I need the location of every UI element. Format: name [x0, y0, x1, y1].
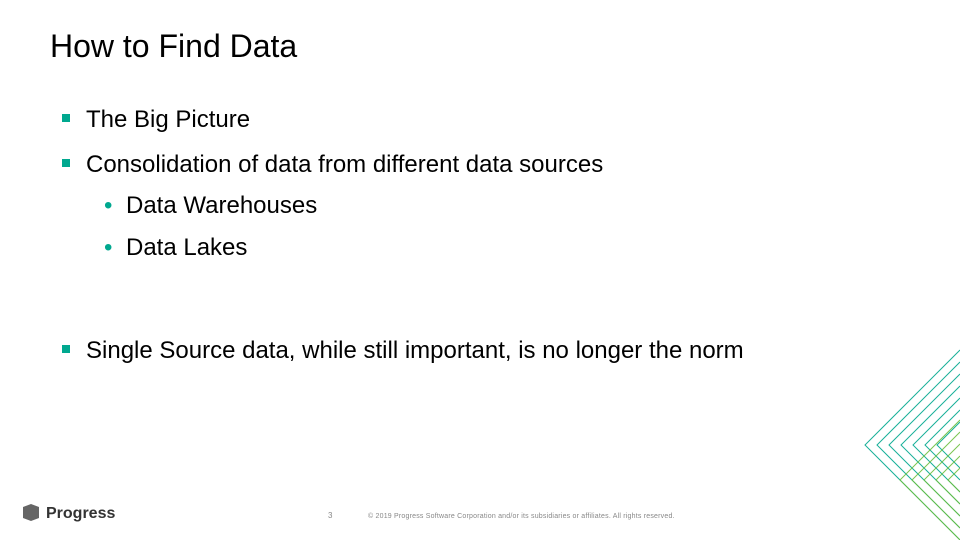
progress-logo: Progress [22, 504, 115, 524]
bullet-list: The Big Picture Consolidation of data fr… [50, 103, 910, 266]
slide-body: The Big Picture Consolidation of data fr… [50, 103, 910, 369]
bullet-text: The Big Picture [86, 106, 250, 133]
page-number: 3 [328, 511, 332, 520]
sub-bullet-item: Data Lakes [104, 231, 910, 266]
bullet-list: Single Source data, while still importan… [50, 334, 910, 369]
sub-bullet-list: Data Warehouses Data Lakes [86, 189, 910, 267]
spacer [50, 276, 910, 334]
bullet-item: Single Source data, while still importan… [62, 334, 910, 369]
slide: How to Find Data The Big Picture Consoli… [0, 0, 960, 540]
bullet-item: The Big Picture [62, 103, 910, 138]
sub-bullet-item: Data Warehouses [104, 189, 910, 224]
bullet-item: Consolidation of data from different dat… [62, 148, 910, 266]
sub-bullet-text: Data Lakes [126, 234, 247, 261]
bullet-text: Single Source data, while still importan… [86, 337, 744, 364]
progress-logo-icon [22, 504, 40, 524]
sub-bullet-text: Data Warehouses [126, 192, 317, 219]
logo-text: Progress [46, 505, 115, 523]
slide-footer: Progress 3 © 2019 Progress Software Corp… [0, 494, 960, 524]
page-title: How to Find Data [50, 28, 910, 65]
copyright-text: © 2019 Progress Software Corporation and… [368, 513, 675, 520]
bullet-text: Consolidation of data from different dat… [86, 151, 603, 178]
